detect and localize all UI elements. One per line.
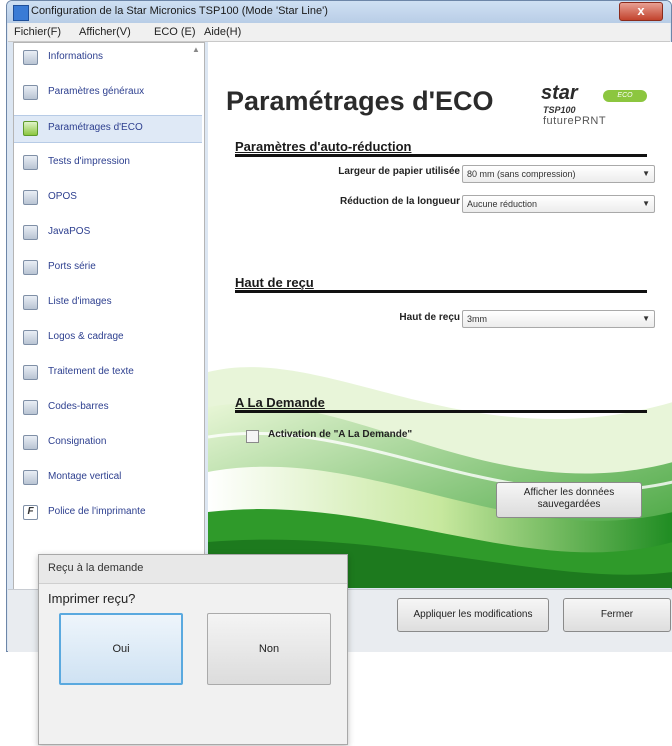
- chevron-down-icon: ▼: [642, 169, 650, 178]
- chevron-down-icon: ▼: [642, 199, 650, 208]
- on-demand-checkbox-label: Activation de "A La Demande": [268, 429, 413, 440]
- section-title-on-demand: A La Demande: [235, 395, 325, 410]
- sidebar-item-label: Informations: [48, 51, 104, 62]
- receipt-top-select[interactable]: 3mm ▼: [462, 310, 655, 328]
- on-demand-checkbox[interactable]: [246, 430, 259, 443]
- page-title: Paramétrages d'ECO: [226, 86, 494, 116]
- paper-width-value: 80 mm (sans compression): [467, 169, 576, 179]
- eco-settings-panel: Paramétrages d'ECO star ECO TSP100 futur…: [208, 42, 672, 588]
- sidebar-item-logos[interactable]: Logos & cadrage: [14, 325, 202, 351]
- sidebar-item-image-list[interactable]: Liste d'images: [14, 290, 202, 316]
- logo-icon: [23, 330, 38, 345]
- logo-eco-badge: ECO: [603, 90, 647, 102]
- paper-width-label: Largeur de papier utilisée: [338, 166, 460, 177]
- sidebar-item-label: OPOS: [48, 191, 77, 202]
- window-title: Configuration de la Star Micronics TSP10…: [31, 5, 328, 17]
- section-title-receipt-top: Haut de reçu: [235, 275, 314, 290]
- sidebar-item-label: Montage vertical: [48, 471, 122, 482]
- sidebar-item-label: Paramètres généraux: [48, 86, 145, 97]
- show-saved-data-button[interactable]: Afficher les données sauvegardées: [496, 482, 642, 518]
- text-processing-icon: [23, 365, 38, 380]
- dialog-prompt: Imprimer reçu?: [48, 591, 136, 606]
- sidebar-item-label: Ports série: [48, 261, 96, 272]
- settings-icon: [23, 85, 38, 100]
- yes-button[interactable]: Oui: [59, 613, 183, 685]
- log-icon: [23, 435, 38, 450]
- sidebar-item-logging[interactable]: Consignation: [14, 430, 202, 456]
- menu-eco[interactable]: ECO (E): [154, 26, 196, 38]
- sidebar-item-label: Liste d'images: [48, 296, 112, 307]
- logo-line: futurePRNT: [543, 115, 607, 127]
- paper-width-select[interactable]: 80 mm (sans compression) ▼: [462, 165, 655, 183]
- sidebar-item-label: Consignation: [48, 436, 107, 447]
- menu-fichier[interactable]: Fichier(F): [14, 26, 61, 38]
- sidebar: ▲ Informations Paramètres généraux Param…: [13, 42, 205, 590]
- logo-model: TSP100: [543, 105, 576, 115]
- opos-icon: [23, 190, 38, 205]
- sidebar-item-serial-ports[interactable]: Ports série: [14, 255, 202, 281]
- vertical-mount-icon: [23, 470, 38, 485]
- sidebar-item-opos[interactable]: OPOS: [14, 185, 202, 211]
- section-title-auto-reduction: Paramètres d'auto-réduction: [235, 139, 412, 154]
- section-divider: [235, 154, 647, 157]
- title-bar: Configuration de la Star Micronics TSP10…: [7, 1, 671, 23]
- sidebar-item-label: Traitement de texte: [48, 366, 134, 377]
- sidebar-item-label: Tests d'impression: [48, 156, 130, 167]
- length-reduction-label: Réduction de la longueur: [339, 196, 460, 207]
- sidebar-item-label: Codes-barres: [48, 401, 109, 412]
- sidebar-item-printer-font[interactable]: F Police de l'imprimante: [14, 500, 202, 526]
- sidebar-item-label: JavaPOS: [48, 226, 91, 237]
- info-icon: [23, 50, 38, 65]
- serial-port-icon: [23, 260, 38, 275]
- receipt-on-demand-dialog: Reçu à la demande Imprimer reçu? Oui Non: [38, 554, 348, 745]
- dialog-title: Reçu à la demande: [48, 562, 144, 574]
- font-icon: F: [23, 505, 38, 520]
- receipt-top-label: Haut de reçu: [399, 312, 460, 323]
- sidebar-item-text-processing[interactable]: Traitement de texte: [14, 360, 202, 386]
- logo-brand: star: [541, 82, 578, 104]
- sidebar-item-label: Logos & cadrage: [48, 331, 124, 342]
- receipt-top-value: 3mm: [467, 314, 487, 324]
- star-logo: star ECO TSP100 futurePRNT: [541, 82, 651, 132]
- sidebar-item-barcodes[interactable]: Codes-barres: [14, 395, 202, 421]
- eco-icon: [23, 121, 38, 136]
- sidebar-item-eco-settings[interactable]: Paramétrages d'ECO: [14, 115, 202, 143]
- menu-bar: Fichier(F) Afficher(V) ECO (E) Aide(H): [8, 23, 670, 42]
- sidebar-item-informations[interactable]: Informations: [14, 45, 202, 71]
- sidebar-item-label: Police de l'imprimante: [48, 506, 146, 517]
- barcode-icon: [23, 400, 38, 415]
- length-reduction-value: Aucune réduction: [467, 199, 538, 209]
- section-divider: [235, 410, 647, 413]
- menu-afficher[interactable]: Afficher(V): [79, 26, 131, 38]
- javapos-icon: [23, 225, 38, 240]
- section-divider: [235, 290, 647, 293]
- window-close-button[interactable]: x: [619, 2, 663, 21]
- sidebar-item-label: Paramétrages d'ECO: [48, 122, 143, 133]
- print-test-icon: [23, 155, 38, 170]
- no-button[interactable]: Non: [207, 613, 331, 685]
- sidebar-item-general-settings[interactable]: Paramètres généraux: [14, 80, 202, 106]
- apply-changes-button[interactable]: Appliquer les modifications: [397, 598, 549, 632]
- sidebar-item-vertical-mount[interactable]: Montage vertical: [14, 465, 202, 491]
- dialog-title-bar: Reçu à la demande: [39, 555, 347, 584]
- chevron-down-icon: ▼: [642, 314, 650, 323]
- app-icon: [13, 5, 29, 21]
- sidebar-item-javapos[interactable]: JavaPOS: [14, 220, 202, 246]
- close-button[interactable]: Fermer: [563, 598, 671, 632]
- image-list-icon: [23, 295, 38, 310]
- sidebar-item-print-tests[interactable]: Tests d'impression: [14, 150, 202, 176]
- length-reduction-select[interactable]: Aucune réduction ▼: [462, 195, 655, 213]
- menu-aide[interactable]: Aide(H): [204, 26, 241, 38]
